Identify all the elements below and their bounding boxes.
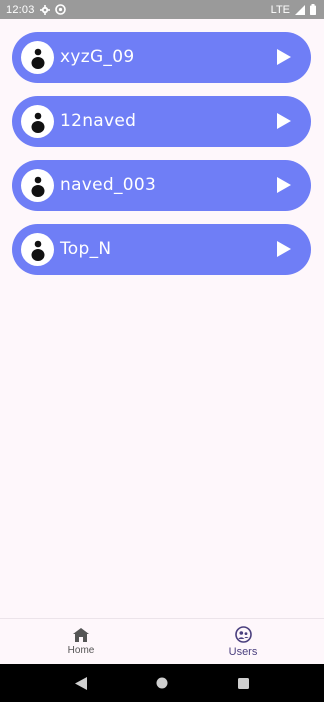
user-list-item[interactable]: 12naved — [12, 96, 311, 147]
person-icon — [31, 176, 44, 197]
avatar — [21, 41, 54, 74]
home-icon — [73, 627, 89, 642]
user-name: Top_N — [60, 239, 112, 259]
nav-item-home[interactable]: Home — [0, 619, 162, 664]
settings-cog-icon — [54, 4, 66, 15]
status-bar-left: 12:03 — [6, 4, 66, 16]
user-list-item[interactable]: xyzG_09 — [12, 32, 311, 83]
person-icon — [31, 48, 44, 69]
user-name: 12naved — [60, 111, 137, 131]
bottom-navigation: Home Users — [0, 618, 324, 664]
users-screen: xyzG_09 12naved naved_003 Top_N — [0, 19, 324, 618]
signal-icon — [295, 4, 305, 15]
back-icon[interactable] — [74, 676, 87, 690]
status-time: 12:03 — [6, 3, 35, 16]
status-bar-right: LTE — [271, 4, 316, 16]
play-arrow-icon[interactable] — [277, 113, 291, 129]
avatar — [21, 105, 54, 138]
nav-label-home: Home — [67, 644, 95, 656]
avatar — [21, 169, 54, 202]
user-list-item[interactable]: naved_003 — [12, 160, 311, 211]
gear-icon — [39, 4, 50, 15]
nav-label-users: Users — [228, 645, 258, 658]
avatar — [21, 233, 54, 266]
nav-item-users[interactable]: Users — [162, 619, 324, 664]
status-bar: 12:03 LTE — [0, 0, 324, 19]
battery-icon — [310, 4, 316, 15]
system-navigation-bar — [0, 664, 324, 702]
user-name: xyzG_09 — [60, 47, 135, 67]
person-icon — [31, 112, 44, 133]
user-list-item[interactable]: Top_N — [12, 224, 311, 275]
recents-icon[interactable] — [238, 677, 250, 689]
user-name: naved_003 — [60, 175, 157, 195]
play-arrow-icon[interactable] — [277, 241, 291, 257]
home-circle-icon[interactable] — [156, 677, 168, 689]
user-list: xyzG_09 12naved naved_003 Top_N — [0, 19, 324, 275]
person-icon — [31, 240, 44, 261]
network-type: LTE — [270, 3, 290, 16]
users-icon — [234, 625, 252, 643]
play-arrow-icon[interactable] — [277, 177, 291, 193]
play-arrow-icon[interactable] — [277, 49, 291, 65]
